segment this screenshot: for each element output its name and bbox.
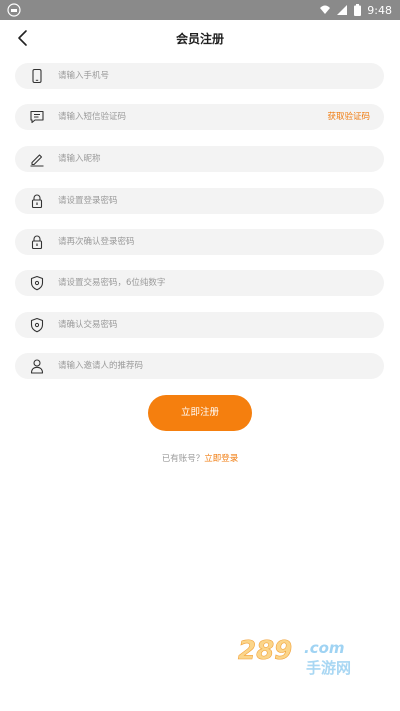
login-prompt: 已有账号？立即登录 bbox=[0, 452, 400, 464]
referral-code-field[interactable]: 请输入邀请人的推荐码 bbox=[15, 353, 384, 379]
register-button[interactable]: 立即注册 bbox=[148, 395, 252, 431]
phone-placeholder: 请输入手机号 bbox=[58, 71, 110, 81]
confirm-login-password-field[interactable]: 请再次确认登录密码 bbox=[15, 229, 384, 255]
confirm-login-password-placeholder: 请再次确认登录密码 bbox=[58, 237, 135, 247]
confirm-trade-password-field[interactable]: 请确认交易密码 bbox=[15, 312, 384, 338]
shield-icon bbox=[30, 275, 44, 291]
shield-icon bbox=[30, 317, 44, 333]
pencil-icon bbox=[30, 154, 44, 167]
message-icon bbox=[30, 110, 44, 124]
nickname-placeholder: 请输入昵称 bbox=[58, 154, 101, 164]
svg-text:手游网: 手游网 bbox=[306, 659, 351, 677]
battery-icon bbox=[354, 4, 362, 16]
lock-icon bbox=[31, 194, 43, 209]
status-bar: 9:48 bbox=[0, 0, 400, 20]
android-logo-icon bbox=[7, 3, 21, 17]
referral-code-placeholder: 请输入邀请人的推荐码 bbox=[58, 361, 144, 371]
status-time: 9:48 bbox=[367, 3, 392, 17]
login-link[interactable]: 立即登录 bbox=[204, 454, 238, 464]
wifi-icon bbox=[320, 5, 331, 14]
svg-text:.com: .com bbox=[304, 639, 345, 657]
confirm-trade-password-placeholder: 请确认交易密码 bbox=[58, 320, 118, 330]
get-code-button[interactable]: 获取验证码 bbox=[327, 110, 370, 122]
page-title: 会员注册 bbox=[175, 32, 224, 46]
user-icon bbox=[30, 359, 44, 374]
nickname-field[interactable]: 请输入昵称 bbox=[15, 146, 384, 172]
signal-icon bbox=[337, 5, 348, 15]
lock-icon bbox=[31, 235, 43, 250]
sms-code-placeholder: 请输入短信验证码 bbox=[58, 112, 127, 122]
svg-text:289: 289 bbox=[238, 636, 292, 666]
phone-field[interactable]: 请输入手机号 bbox=[15, 63, 384, 89]
phone-icon bbox=[32, 68, 42, 84]
trade-password-field[interactable]: 请设置交易密码，6位纯数字 bbox=[15, 270, 384, 296]
sms-code-field[interactable]: 请输入短信验证码 获取验证码 bbox=[15, 104, 384, 130]
status-icons: 9:48 bbox=[319, 0, 392, 20]
login-password-field[interactable]: 请设置登录密码 bbox=[15, 188, 384, 214]
trade-password-placeholder: 请设置交易密码，6位纯数字 bbox=[58, 278, 166, 288]
header: 会员注册 bbox=[0, 20, 400, 56]
login-password-placeholder: 请设置登录密码 bbox=[58, 196, 118, 206]
login-prompt-text: 已有账号？ bbox=[161, 454, 205, 464]
watermark-logo: 289 .com 手游网 bbox=[238, 636, 351, 677]
